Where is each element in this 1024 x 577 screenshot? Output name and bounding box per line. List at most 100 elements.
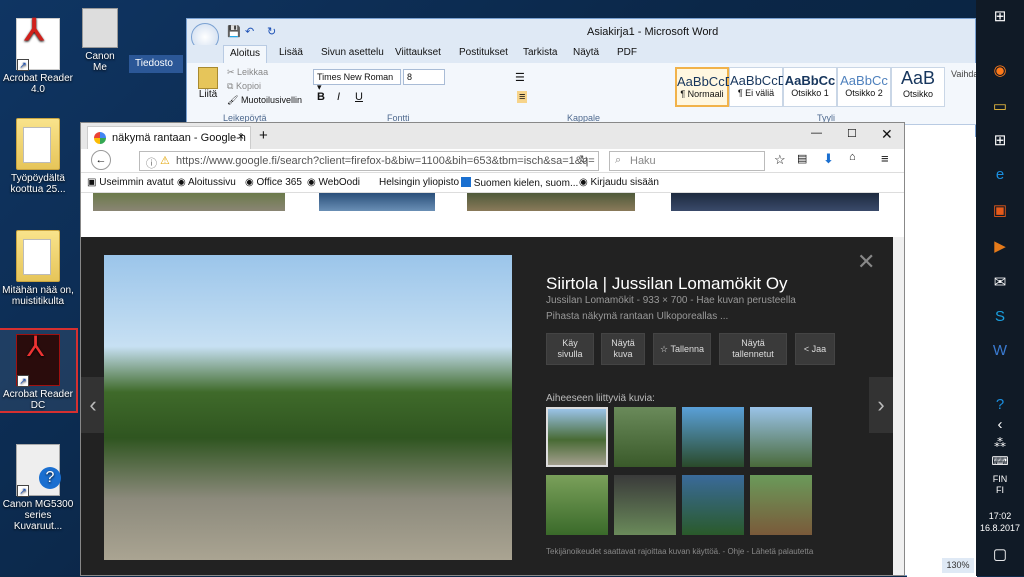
tab-nayta[interactable]: Näytä — [573, 47, 599, 58]
office-icon[interactable]: ▣ — [988, 200, 1012, 222]
close-window-button[interactable]: ✕ — [881, 126, 893, 143]
bookmark-weboodi[interactable]: ◉ WebOodi — [307, 177, 360, 188]
related-image[interactable] — [750, 475, 812, 535]
related-image[interactable] — [682, 475, 744, 535]
related-image[interactable] — [614, 407, 676, 467]
close-preview-button[interactable]: ✕ — [857, 249, 875, 275]
save-icon[interactable]: 💾 — [227, 25, 241, 38]
font-size-select[interactable]: 8 — [403, 69, 445, 85]
media-player-icon[interactable]: ▶ — [988, 236, 1012, 258]
help-icon[interactable]: ? — [988, 394, 1012, 416]
result-thumbnail[interactable] — [93, 193, 285, 211]
view-saved-button[interactable]: Näytä tallennetut — [719, 333, 787, 365]
bold-button[interactable]: B — [317, 91, 325, 103]
preview-image[interactable] — [104, 255, 512, 560]
related-image[interactable] — [614, 475, 676, 535]
info-icon[interactable]: ⓘ — [146, 155, 157, 170]
new-tab-button[interactable]: + — [259, 127, 268, 144]
windows-start-icon[interactable]: ⊞ — [988, 6, 1012, 28]
align-left-icon[interactable]: ≡ — [517, 91, 528, 103]
style-otsikko[interactable]: AaB Otsikko — [891, 67, 945, 107]
bookmark-useimmin-avatut[interactable]: ▣ Useimmin avatut — [87, 177, 174, 188]
download-icon[interactable]: ⬇ — [823, 151, 834, 167]
bookmark-suomen-kielen[interactable]: Suomen kielen, suom... — [461, 177, 578, 189]
result-thumbnail[interactable] — [467, 193, 635, 211]
word-icon[interactable]: W — [988, 340, 1012, 362]
bullets-icon[interactable]: ☰ — [515, 71, 525, 84]
desktop-icon-partial[interactable]: Canon Me — [80, 8, 120, 73]
copy-button[interactable]: ⧉ Kopioi — [227, 81, 261, 92]
save-button[interactable]: ☆ Tallenna — [653, 333, 711, 365]
format-painter-button[interactable]: 🖌 Muotoilusivellin — [227, 95, 302, 106]
tab-postitukset[interactable]: Postitukset — [459, 47, 508, 58]
result-thumbnail[interactable] — [319, 193, 435, 211]
bookmark-office-365[interactable]: ◉ Office 365 — [245, 177, 302, 188]
reading-list-icon[interactable]: ▤ — [797, 152, 807, 165]
minimize-button[interactable]: — — [811, 127, 822, 139]
tab-pdf[interactable]: PDF — [617, 47, 637, 58]
related-image[interactable] — [546, 407, 608, 467]
skype-icon[interactable]: S — [988, 306, 1012, 328]
zoom-level[interactable]: 130% — [942, 558, 974, 573]
back-button[interactable]: ← — [91, 150, 111, 170]
tab-viittaukset[interactable]: Viittaukset — [395, 47, 441, 58]
maximize-button[interactable]: ☐ — [847, 127, 857, 140]
copyright-footer[interactable]: Tekijänoikeudet saattavat rajoittaa kuva… — [546, 547, 813, 556]
reload-icon[interactable]: ↻ — [579, 153, 588, 166]
paste-button[interactable]: Liitä — [195, 67, 221, 100]
language-indicator[interactable]: FIN FI — [976, 474, 1024, 496]
undo-icon[interactable]: ↶ — [245, 25, 254, 38]
search-input[interactable]: ⌕ Haku — [609, 151, 765, 171]
edge-icon[interactable]: e — [988, 164, 1012, 186]
desktop-icon-acrobat-reader-dc[interactable]: ⅄ ↗ Acrobat Reader DC — [0, 328, 78, 413]
tab-aloitus[interactable]: Aloitus — [223, 45, 268, 63]
file-tab[interactable]: Tiedosto — [129, 55, 183, 73]
redo-icon[interactable]: ↻ — [267, 25, 276, 38]
close-tab-icon[interactable]: × — [238, 131, 244, 143]
home-icon[interactable]: ⌂ — [849, 151, 856, 163]
related-image[interactable] — [750, 407, 812, 467]
underline-button[interactable]: U — [355, 91, 363, 103]
tab-sivun-asettelu[interactable]: Sivun asettelu — [321, 47, 384, 58]
style-otsikko-2[interactable]: AaBbCc Otsikko 2 — [837, 67, 891, 107]
notification-icon[interactable]: ▢ — [988, 544, 1012, 566]
image-description: Pihasta näkymä rantaan Ulkoporeallas ... — [546, 311, 729, 322]
clock[interactable]: 17:02 16.8.2017 — [976, 510, 1024, 534]
firefox-icon[interactable]: ◉ — [988, 60, 1012, 82]
font-name-select[interactable]: Times New Roman ▾ — [313, 69, 401, 92]
related-image[interactable] — [682, 407, 744, 467]
scrollbar[interactable] — [893, 237, 904, 575]
desktop-icon-folder-koottua[interactable]: Työpöydältä koottua 25... — [0, 118, 76, 195]
firefox-window[interactable]: näkymä rantaan - Google-h × + — ☐ ✕ ← ⓘ … — [80, 122, 905, 576]
desktop-icon-canon-mg5300[interactable]: ? ↗ Canon MG5300 series Kuvaruut... — [0, 444, 76, 532]
bookmark-kirjaudu-sisaan[interactable]: ◉ Kirjaudu sisään — [579, 177, 659, 188]
share-button[interactable]: < Jaa — [795, 333, 835, 365]
tab-lisaa[interactable]: Lisää — [279, 47, 303, 58]
bookmark-aloitussivu[interactable]: ◉ Aloitussivu — [177, 177, 236, 188]
previous-image-button[interactable]: ‹ — [81, 377, 105, 433]
cut-button[interactable]: ✂ Leikkaa — [227, 67, 268, 78]
view-image-button[interactable]: Näytä kuva — [601, 333, 645, 365]
desktop-icon-acrobat-reader-4[interactable]: ⅄ ↗ Acrobat Reader 4.0 — [0, 16, 76, 96]
bookmark-helsingin-yliopisto[interactable]: Helsingin yliopisto — [379, 177, 459, 188]
desktop-icon-folder-muistitikulta[interactable]: Mitähän nää on, muistitikulta — [0, 230, 76, 307]
tab-tarkista[interactable]: Tarkista — [523, 47, 557, 58]
italic-button[interactable]: I — [337, 91, 340, 103]
bookmark-star-icon[interactable]: ☆ — [774, 152, 786, 168]
style-ei-valia[interactable]: AaBbCcDc ¶ Ei väliä — [729, 67, 794, 107]
browser-tab[interactable]: näkymä rantaan - Google-h × — [87, 126, 251, 149]
store-icon[interactable]: ⊞ — [988, 130, 1012, 152]
image-title[interactable]: Siirtola | Jussilan Lomamökit Oy — [546, 274, 788, 294]
file-explorer-icon[interactable]: ▭ — [988, 96, 1012, 118]
mail-icon[interactable]: ✉ — [988, 272, 1012, 294]
style-normaali[interactable]: AaBbCcDc ¶ Normaali — [675, 67, 741, 107]
visit-page-button[interactable]: Käy sivulla — [546, 333, 594, 365]
style-otsikko-1[interactable]: AaBbCc Otsikko 1 — [783, 67, 837, 107]
result-thumbnail[interactable] — [671, 193, 879, 211]
url-bar[interactable]: ⓘ ⚠ https://www.google.fi/search?client=… — [139, 151, 599, 171]
related-image[interactable] — [546, 475, 608, 535]
change-styles-button[interactable]: Vaihda tyylit — [951, 69, 977, 79]
menu-icon[interactable]: ≡ — [881, 151, 889, 166]
next-image-button[interactable]: › — [869, 377, 893, 433]
keyboard-icon[interactable]: ⌨ — [988, 450, 1012, 472]
